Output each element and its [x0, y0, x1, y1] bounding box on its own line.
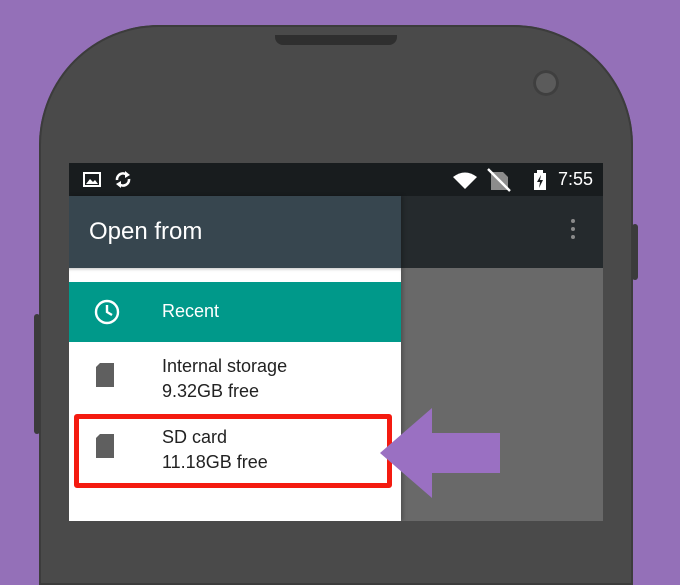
status-bar: 7:55	[69, 163, 603, 196]
clock-icon	[94, 299, 120, 325]
more-options-icon[interactable]	[570, 219, 576, 245]
drawer-item-recent[interactable]: Recent	[69, 282, 401, 342]
pointer-arrow-icon	[380, 408, 500, 498]
drawer-header: Open from	[69, 196, 401, 268]
wifi-icon	[453, 172, 477, 189]
drawer-item-label: Internal storage	[162, 356, 288, 376]
drawer-item-detail: 9.32GB free	[162, 381, 260, 401]
phone-side-button	[34, 314, 40, 434]
drawer-item-label: Recent	[162, 301, 220, 321]
phone-speaker	[275, 35, 397, 45]
phone-side-button	[632, 224, 638, 280]
no-sim-icon	[487, 168, 511, 192]
battery-charging-icon	[534, 170, 546, 190]
drawer-title: Open from	[89, 218, 203, 245]
sync-icon	[115, 171, 131, 188]
drawer-item-internal-storage[interactable]: Internal storage 9.32GB free	[69, 350, 401, 410]
drawer-divider	[69, 268, 401, 282]
sd-card-icon	[96, 363, 114, 387]
image-icon	[83, 172, 101, 187]
phone-camera	[533, 70, 559, 96]
status-clock: 7:55	[557, 169, 593, 189]
app-toolbar	[401, 196, 603, 268]
highlight-box	[74, 414, 392, 488]
